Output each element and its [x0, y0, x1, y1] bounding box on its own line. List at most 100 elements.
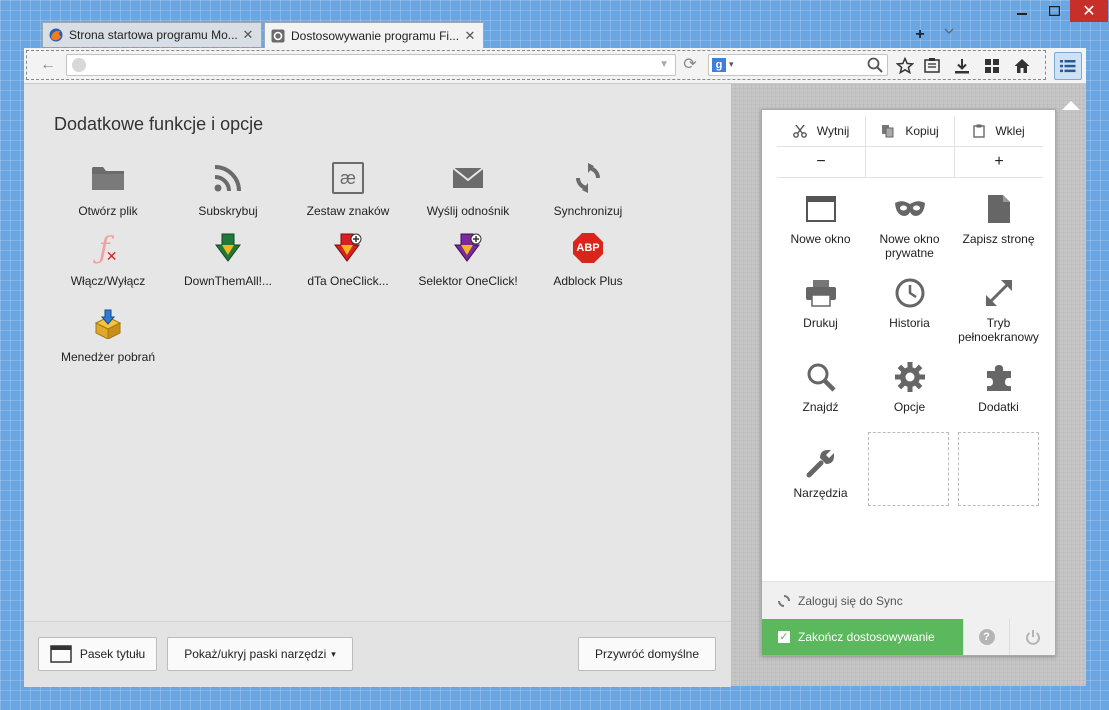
- customize-bottom-bar: Pasek tytułu Pokaż/ukryj paski narzędzi …: [24, 621, 731, 687]
- url-input[interactable]: ▼: [66, 54, 676, 76]
- palette-item-dta-oneclick[interactable]: dTa OneClick...: [288, 230, 408, 288]
- palette-item-open-file[interactable]: Otwórz plik: [48, 160, 168, 218]
- rss-icon: [210, 160, 246, 196]
- firefox-icon: [49, 28, 63, 42]
- menu-item-new-window[interactable]: Nowe okno: [776, 192, 865, 246]
- new-tab-button[interactable]: +: [912, 26, 928, 43]
- tab-customize[interactable]: Dostosowywanie programu Fi... ✕: [264, 22, 484, 48]
- maximize-button[interactable]: [1038, 0, 1070, 22]
- cut-button[interactable]: Wytnij: [777, 116, 865, 146]
- quit-button[interactable]: [1009, 619, 1055, 655]
- palette-item-flash-toggle[interactable]: ƒ ✕ Włącz/Wyłącz: [48, 230, 168, 289]
- folder-icon: [90, 160, 126, 196]
- help-button[interactable]: ?: [963, 619, 1009, 655]
- addons-icon: [982, 360, 1016, 394]
- palette-item-subscribe[interactable]: Subskrybuj: [168, 160, 288, 218]
- adblock-plus-icon: ABP: [570, 230, 606, 266]
- search-engine-icon[interactable]: g: [712, 58, 726, 72]
- options-icon: [893, 360, 927, 394]
- copy-icon: [882, 125, 894, 138]
- download-manager-icon: [90, 306, 126, 342]
- menu-item-options[interactable]: Opcje: [865, 360, 954, 414]
- power-icon: [1025, 630, 1040, 645]
- sync-icon: [570, 160, 606, 196]
- bookmark-star-button[interactable]: [894, 55, 916, 77]
- back-button[interactable]: ←: [36, 56, 60, 74]
- palette-item-sync[interactable]: Synchronizuj: [528, 160, 648, 218]
- grid-icon: [985, 59, 999, 73]
- tab-list-button[interactable]: [944, 27, 956, 41]
- new-window-icon: [804, 192, 838, 226]
- engine-dropdown-icon[interactable]: ▾: [729, 59, 734, 70]
- menu-item-find[interactable]: Znajdź: [776, 360, 865, 414]
- toolbars-toggle-button[interactable]: Pokaż/ukryj paski narzędzi ▾: [167, 637, 353, 671]
- menu-panel-area: Wytnij Kopiuj Wklej − + Nowe okno Nowe o…: [731, 84, 1086, 686]
- minimize-icon: [1017, 13, 1027, 15]
- home-icon: [1014, 59, 1030, 73]
- palette-item-email-link[interactable]: Wyślij odnośnik: [408, 160, 528, 218]
- help-icon: ?: [978, 629, 995, 645]
- palette-item-downthemall[interactable]: DownThemAll!...: [168, 230, 288, 288]
- oneclick-selector-icon: [450, 230, 486, 266]
- gear-icon: [271, 29, 285, 42]
- chevron-down-icon: [944, 28, 954, 35]
- maximize-icon: [1048, 6, 1060, 16]
- hamburger-menu-icon: [1060, 60, 1076, 73]
- reload-button[interactable]: ⟳: [680, 55, 700, 75]
- dropdown-caret-icon: ▾: [331, 648, 336, 659]
- globe-icon: [72, 58, 86, 72]
- navigation-toolbar: ← ▼ ⟳ g ▾: [24, 48, 1086, 84]
- menu-item-print[interactable]: Drukuj: [776, 276, 865, 330]
- search-input[interactable]: g ▾: [708, 54, 888, 76]
- history-icon: [893, 276, 927, 310]
- tab-firefox-start[interactable]: Strona startowa programu Mo... ✕: [42, 22, 262, 47]
- customize-menu-panel: Wytnij Kopiuj Wklej − + Nowe okno Nowe o…: [761, 101, 1080, 656]
- zoom-out-button[interactable]: −: [777, 147, 865, 177]
- tab-label: Strona startowa programu Mo...: [69, 28, 238, 42]
- palette-item-download-manager[interactable]: Menedżer pobrań: [48, 306, 168, 364]
- url-dropdown-icon[interactable]: ▼: [659, 59, 669, 70]
- save-page-icon: [982, 192, 1016, 226]
- menu-item-fullscreen[interactable]: Tryb pełnoekranowy: [954, 276, 1043, 344]
- downloads-button[interactable]: [951, 55, 973, 77]
- wrench-icon: [804, 446, 838, 480]
- fullscreen-icon: [982, 276, 1016, 310]
- menu-item-private-window[interactable]: Nowe okno prywatne: [865, 192, 954, 260]
- zoom-in-button[interactable]: +: [954, 147, 1043, 177]
- tab-close-icon[interactable]: ✕: [463, 28, 477, 44]
- star-icon: [896, 57, 914, 75]
- downthemall-icon: [210, 230, 246, 266]
- empty-slot: [868, 432, 949, 506]
- download-icon: [955, 59, 969, 74]
- menu-item-history[interactable]: Historia: [865, 276, 954, 330]
- palette-item-adblock-plus[interactable]: ABP Adblock Plus: [528, 230, 648, 288]
- menu-item-save-page[interactable]: Zapisz stronę: [954, 192, 1043, 246]
- dta-oneclick-icon: [330, 230, 366, 266]
- open-menu-button[interactable]: [1054, 52, 1082, 80]
- tab-label: Dostosowywanie programu Fi...: [291, 28, 460, 43]
- checkmark-icon: ✓: [778, 631, 790, 643]
- zoom-reset-button[interactable]: [865, 147, 954, 177]
- mail-icon: [450, 160, 486, 196]
- minimize-button[interactable]: [1006, 0, 1038, 22]
- search-icon[interactable]: [866, 56, 884, 74]
- home-button[interactable]: [1011, 55, 1033, 77]
- exit-customization-button[interactable]: ✓ Zakończ dostosowywanie: [762, 619, 963, 655]
- bookmarks-list-icon: [924, 58, 940, 73]
- show-all-button[interactable]: [981, 55, 1003, 77]
- sync-signin-button[interactable]: Zaloguj się do Sync: [762, 581, 1055, 619]
- bookmarks-menu-button[interactable]: [921, 55, 943, 77]
- paste-button[interactable]: Wklej: [954, 116, 1043, 146]
- restore-defaults-button[interactable]: Przywróć domyślne: [578, 637, 716, 671]
- palette-item-oneclick-selector[interactable]: Selektor OneClick!: [408, 230, 528, 288]
- tab-close-icon[interactable]: ✕: [241, 27, 255, 43]
- title-bar-toggle-button[interactable]: Pasek tytułu: [38, 637, 157, 671]
- private-window-icon: [893, 192, 927, 226]
- menu-item-tools[interactable]: Narzędzia: [776, 446, 865, 500]
- palette-title: Dodatkowe funkcje i opcje: [54, 114, 264, 134]
- close-window-button[interactable]: ✕: [1070, 0, 1108, 22]
- print-icon: [804, 276, 838, 310]
- palette-item-charset[interactable]: æ Zestaw znaków: [288, 160, 408, 218]
- menu-item-addons[interactable]: Dodatki: [954, 360, 1043, 414]
- copy-button[interactable]: Kopiuj: [865, 116, 954, 146]
